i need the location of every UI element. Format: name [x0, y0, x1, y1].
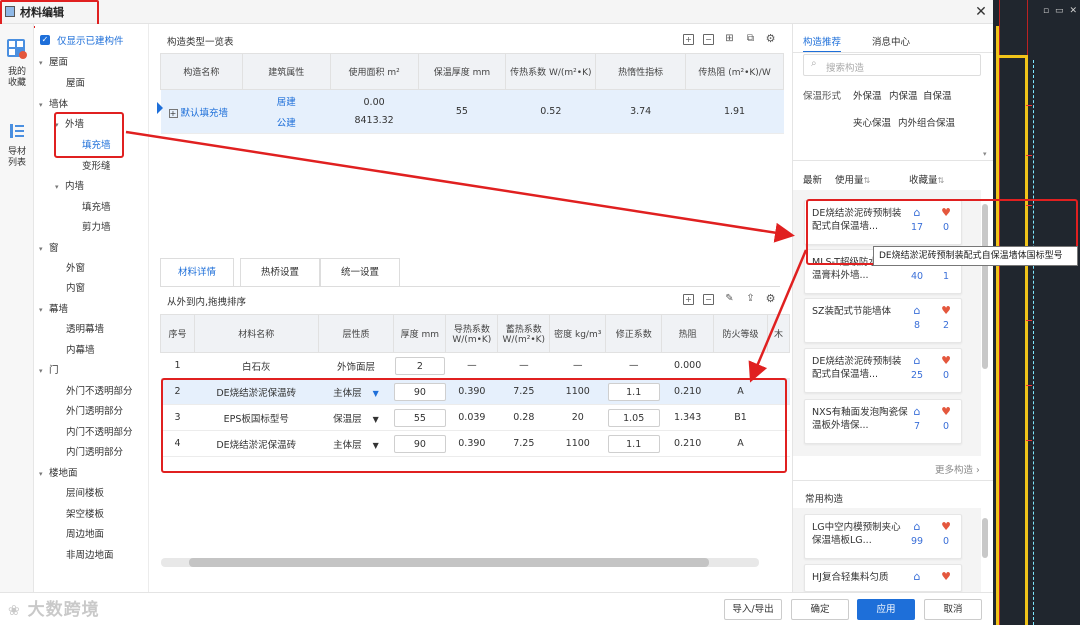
annotation-arrows — [125, 130, 808, 383]
bottom-bar: ❀ 大数跨境 导入/导出 确定 应用 取消 — [0, 592, 993, 625]
cancel-button[interactable]: 取消 — [924, 599, 982, 620]
ok-button[interactable]: 确定 — [791, 599, 849, 620]
arrow-tree-to-card — [125, 130, 795, 243]
watermark-text: 大数跨境 — [27, 600, 100, 620]
arrow-card-to-table — [748, 249, 808, 383]
import-export-button[interactable]: 导入/导出 — [724, 599, 782, 620]
apply-button[interactable]: 应用 — [857, 599, 915, 620]
watermark-logo-icon: ❀ — [8, 603, 21, 619]
watermark: ❀ 大数跨境 — [8, 595, 100, 620]
